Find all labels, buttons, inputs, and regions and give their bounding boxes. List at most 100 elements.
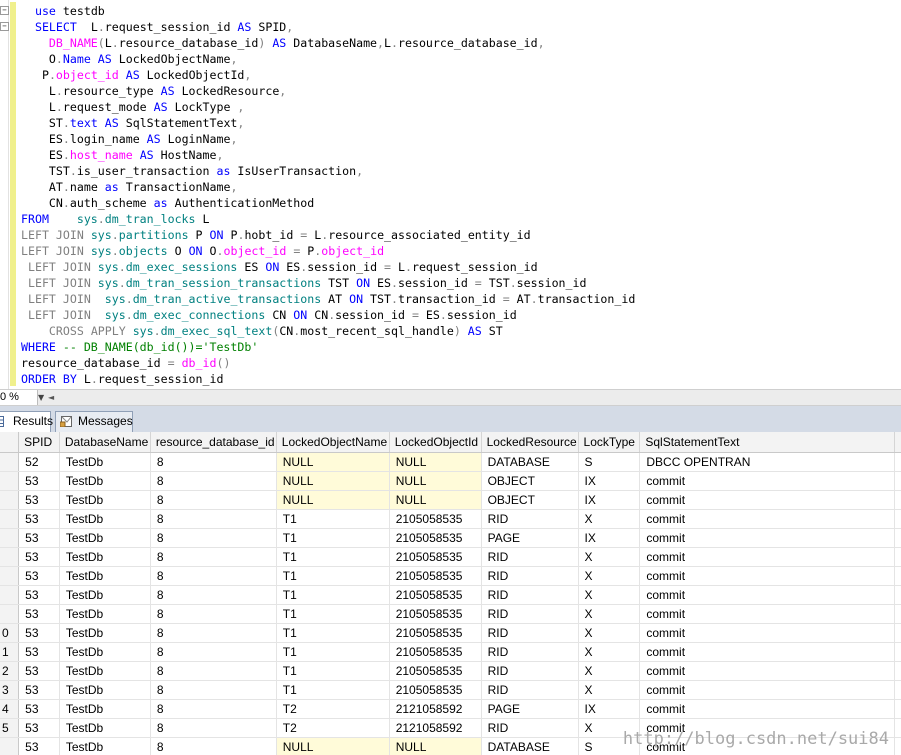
code-line[interactable]: LEFT JOIN sys.partitions P ON P.hobt_id … bbox=[21, 227, 635, 243]
code-line[interactable]: WHERE -- DB_NAME(db_id())='TestDb' bbox=[21, 339, 635, 355]
code-line[interactable]: LEFT JOIN sys.dm_exec_connections CN ON … bbox=[21, 307, 635, 323]
table-cell[interactable]: TestDb bbox=[59, 642, 151, 662]
table-cell[interactable]: 2105058535 bbox=[389, 661, 482, 681]
column-header[interactable]: LockedObjectId bbox=[389, 432, 482, 453]
code-line[interactable]: use testdb bbox=[21, 3, 635, 19]
table-cell[interactable]: NULL bbox=[389, 471, 482, 491]
collapse-icon[interactable]: − bbox=[0, 22, 9, 31]
table-cell[interactable]: TestDb bbox=[59, 547, 151, 567]
code-line[interactable]: FROM sys.dm_tran_locks L bbox=[21, 211, 635, 227]
table-row[interactable]: 53 TestDb 8 NULL NULL OBJECT IX commit bbox=[0, 471, 901, 491]
table-cell[interactable]: T1 bbox=[276, 528, 390, 548]
table-cell[interactable]: TestDb bbox=[59, 661, 151, 681]
table-cell[interactable]: commit bbox=[639, 509, 895, 529]
column-header[interactable]: DatabaseName bbox=[59, 432, 151, 453]
table-cell[interactable]: RID bbox=[481, 566, 579, 586]
column-header[interactable]: SqlStatementText bbox=[639, 432, 895, 453]
column-header[interactable]: resource_database_id bbox=[150, 432, 277, 453]
table-row[interactable]: 4 53 TestDb 8 T2 2121058592 PAGE IX commit bbox=[0, 699, 901, 719]
table-cell[interactable]: NULL bbox=[389, 490, 482, 510]
code-line[interactable]: O.Name AS LockedObjectName, bbox=[21, 51, 635, 67]
table-cell[interactable]: 53 bbox=[18, 547, 60, 567]
table-cell[interactable]: commit bbox=[639, 528, 895, 548]
column-header[interactable]: LockedResource bbox=[481, 432, 579, 453]
code-line[interactable]: L.resource_type AS LockedResource, bbox=[21, 83, 635, 99]
table-row[interactable]: 53 TestDb 8 NULL NULL OBJECT IX commit bbox=[0, 490, 901, 510]
row-number[interactable]: 4 bbox=[0, 699, 20, 719]
table-cell[interactable]: 53 bbox=[18, 680, 60, 700]
table-cell[interactable]: OBJECT bbox=[481, 490, 579, 510]
table-row[interactable]: 53 TestDb 8 T1 2105058535 RID X commit bbox=[0, 509, 901, 529]
table-cell[interactable]: 53 bbox=[18, 718, 60, 738]
table-cell[interactable]: X bbox=[578, 604, 641, 624]
table-cell[interactable]: NULL bbox=[389, 452, 482, 472]
table-row[interactable]: 53 TestDb 8 T1 2105058535 RID X commit bbox=[0, 547, 901, 567]
row-number[interactable] bbox=[0, 547, 20, 567]
table-cell[interactable]: 53 bbox=[18, 566, 60, 586]
table-cell[interactable]: RID bbox=[481, 661, 579, 681]
table-cell[interactable]: RID bbox=[481, 680, 579, 700]
table-cell[interactable]: X bbox=[578, 509, 641, 529]
table-cell[interactable]: NULL bbox=[389, 737, 482, 755]
table-cell[interactable]: 53 bbox=[18, 699, 60, 719]
table-cell[interactable]: OBJECT bbox=[481, 471, 579, 491]
table-cell[interactable]: TestDb bbox=[59, 452, 151, 472]
table-cell[interactable]: 8 bbox=[150, 471, 277, 491]
code-line[interactable]: ES.login_name AS LoginName, bbox=[21, 131, 635, 147]
code-line[interactable]: TST.is_user_transaction as IsUserTransac… bbox=[21, 163, 635, 179]
table-cell[interactable]: 8 bbox=[150, 566, 277, 586]
table-cell[interactable]: TestDb bbox=[59, 509, 151, 529]
table-cell[interactable]: X bbox=[578, 642, 641, 662]
table-cell[interactable]: RID bbox=[481, 718, 579, 738]
table-cell[interactable]: 8 bbox=[150, 623, 277, 643]
table-cell[interactable]: 2105058535 bbox=[389, 528, 482, 548]
table-cell[interactable]: TestDb bbox=[59, 623, 151, 643]
row-number[interactable] bbox=[0, 509, 20, 529]
row-number[interactable]: 1 bbox=[0, 642, 20, 662]
table-cell[interactable]: T1 bbox=[276, 604, 390, 624]
table-cell[interactable]: 53 bbox=[18, 623, 60, 643]
table-cell[interactable]: TestDb bbox=[59, 699, 151, 719]
table-cell[interactable]: T1 bbox=[276, 680, 390, 700]
table-cell[interactable]: X bbox=[578, 623, 641, 643]
row-number[interactable]: 3 bbox=[0, 680, 20, 700]
table-cell[interactable]: 8 bbox=[150, 528, 277, 548]
table-cell[interactable]: 2105058535 bbox=[389, 547, 482, 567]
table-cell[interactable]: RID bbox=[481, 623, 579, 643]
table-cell[interactable]: IX bbox=[578, 699, 641, 719]
table-cell[interactable]: TestDb bbox=[59, 680, 151, 700]
table-row[interactable]: 1 53 TestDb 8 T1 2105058535 RID X commit bbox=[0, 642, 901, 662]
code-line[interactable]: DB_NAME(L.resource_database_id) AS Datab… bbox=[21, 35, 635, 51]
code-line[interactable]: CROSS APPLY sys.dm_exec_sql_text(CN.most… bbox=[21, 323, 635, 339]
table-cell[interactable]: 8 bbox=[150, 718, 277, 738]
table-cell[interactable]: NULL bbox=[276, 737, 390, 755]
table-cell[interactable]: 2105058535 bbox=[389, 509, 482, 529]
row-number[interactable] bbox=[0, 528, 20, 548]
table-row[interactable]: 53 TestDb 8 T1 2105058535 RID X commit bbox=[0, 604, 901, 624]
table-cell[interactable]: 8 bbox=[150, 737, 277, 755]
code-line[interactable]: LEFT JOIN sys.dm_tran_session_transactio… bbox=[21, 275, 635, 291]
table-row[interactable]: 3 53 TestDb 8 T1 2105058535 RID X commit bbox=[0, 680, 901, 700]
code-line[interactable]: ORDER BY L.request_session_id bbox=[21, 371, 635, 387]
table-cell[interactable]: NULL bbox=[276, 452, 390, 472]
column-header[interactable]: LockType bbox=[578, 432, 641, 453]
table-cell[interactable]: 8 bbox=[150, 452, 277, 472]
table-cell[interactable]: X bbox=[578, 661, 641, 681]
select-all-corner[interactable] bbox=[0, 432, 20, 453]
code-line[interactable]: AT.name as TransactionName, bbox=[21, 179, 635, 195]
table-cell[interactable]: X bbox=[578, 585, 641, 605]
table-cell[interactable]: NULL bbox=[276, 490, 390, 510]
table-cell[interactable]: 2105058535 bbox=[389, 585, 482, 605]
table-cell[interactable]: TestDb bbox=[59, 718, 151, 738]
table-cell[interactable]: RID bbox=[481, 604, 579, 624]
code-line[interactable]: SELECT L.request_session_id AS SPID, bbox=[21, 19, 635, 35]
table-cell[interactable]: TestDb bbox=[59, 566, 151, 586]
table-cell[interactable]: NULL bbox=[276, 471, 390, 491]
table-cell[interactable]: IX bbox=[578, 490, 641, 510]
table-cell[interactable]: 2105058535 bbox=[389, 604, 482, 624]
table-cell[interactable]: 2105058535 bbox=[389, 566, 482, 586]
table-cell[interactable]: 53 bbox=[18, 737, 60, 755]
sql-code[interactable]: use testdb SELECT L.request_session_id A… bbox=[21, 3, 635, 387]
code-line[interactable]: L.request_mode AS LockType , bbox=[21, 99, 635, 115]
code-line[interactable]: CN.auth_scheme as AuthenticationMethod bbox=[21, 195, 635, 211]
